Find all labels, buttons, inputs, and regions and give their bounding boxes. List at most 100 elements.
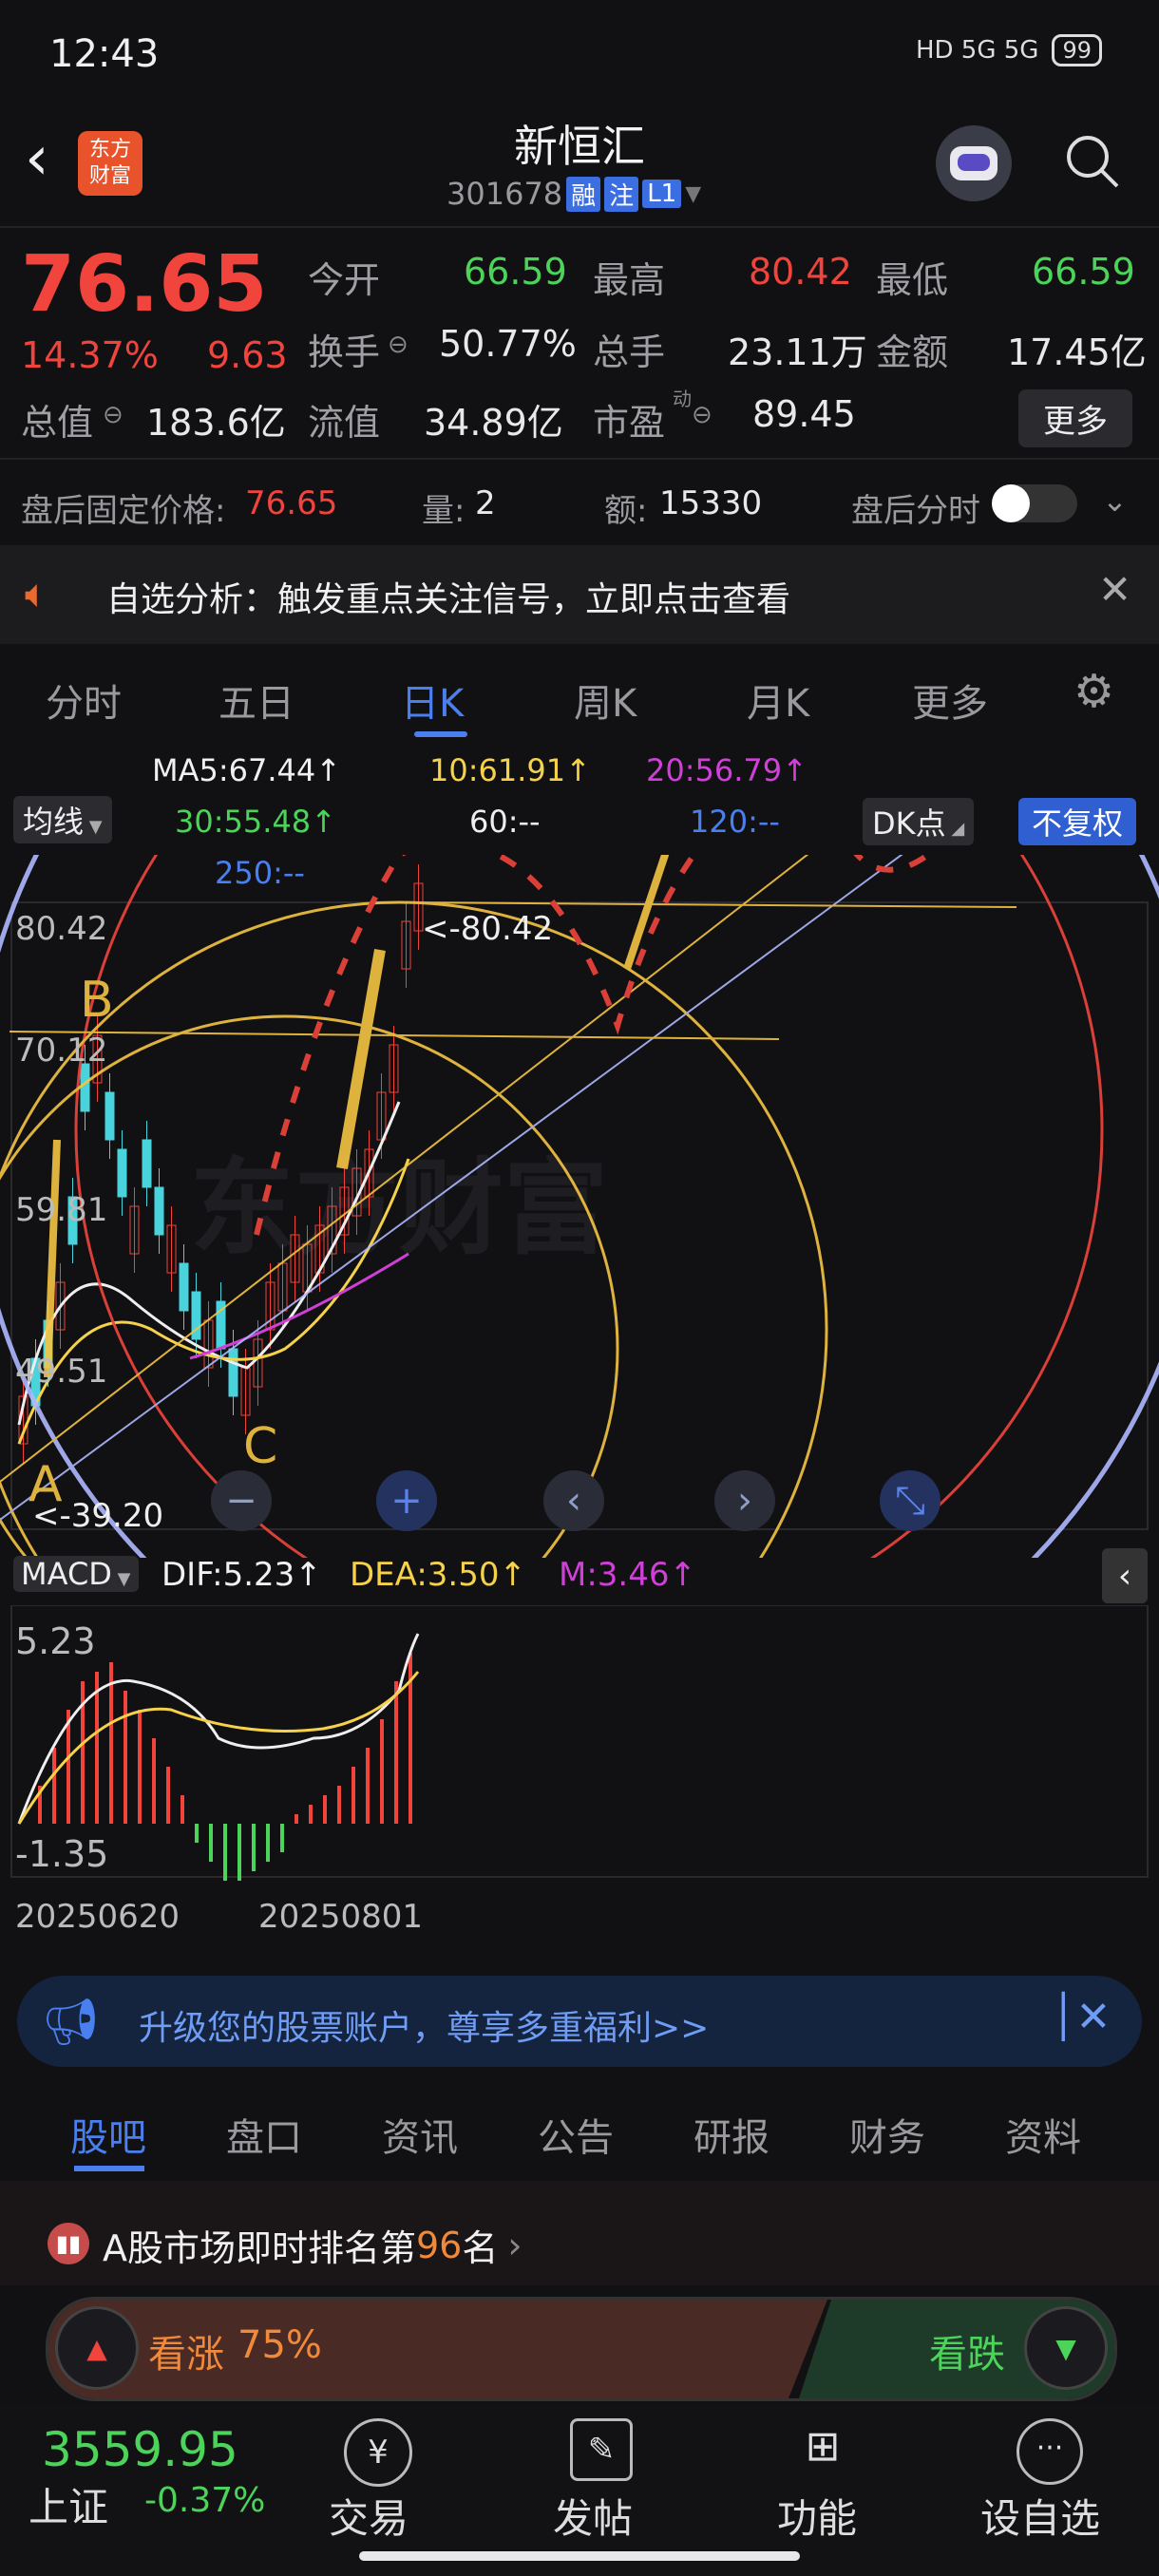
scroll-right-button[interactable]: › <box>714 1470 775 1531</box>
macd-bar <box>195 1824 199 1843</box>
tab-timeshare[interactable]: 分时 <box>46 672 122 728</box>
macd-bar <box>124 1691 127 1824</box>
macd-bar <box>366 1748 370 1824</box>
candlestick-chart[interactable]: 东方财富 B C D D' A <box>0 855 1159 1558</box>
macd-bar <box>337 1786 341 1824</box>
tab-profile[interactable]: 资料 <box>1005 2107 1081 2162</box>
index-value[interactable]: 3559.95 <box>42 2422 238 2477</box>
macd-dif: DIF:5.23↑ <box>162 1556 322 1594</box>
settings-gear-icon[interactable]: ⚙ <box>1074 665 1114 718</box>
macd-bar <box>394 1681 398 1824</box>
pe-sup: 动 <box>673 388 692 410</box>
close-icon[interactable]: │✕ <box>1051 1993 1111 2041</box>
home-indicator <box>359 2551 800 2561</box>
speaker-icon: 🔈︎ <box>25 570 49 616</box>
annotation-arrow <box>44 1139 61 1378</box>
nav-add-watchlist[interactable]: 设自选 <box>980 2487 1100 2545</box>
amount-label: 金额 <box>876 331 949 373</box>
ma-select-label: 均线 <box>23 804 85 840</box>
tab-news[interactable]: 资讯 <box>382 2107 458 2162</box>
tab-weekly-k[interactable]: 周K <box>574 672 636 728</box>
date-axis-1: 20250620 <box>15 1898 180 1936</box>
macd-bar <box>352 1767 355 1824</box>
float-value: 34.89亿 <box>424 402 563 444</box>
ma-select[interactable]: 均线 ▼ <box>13 796 112 843</box>
tab-finance[interactable]: 财务 <box>849 2107 925 2162</box>
robot-assistant-icon[interactable] <box>936 125 1012 201</box>
change-amount: 9.63 <box>207 334 288 376</box>
tab-announcements[interactable]: 公告 <box>538 2107 614 2162</box>
triangle-down-icon: ▼ <box>111 1569 131 1589</box>
fullscreen-icon[interactable]: ⤡ <box>880 1470 940 1531</box>
timeshare-toggle[interactable] <box>992 484 1077 522</box>
macd-bar <box>238 1824 241 1881</box>
close-icon[interactable]: ✕ <box>1098 566 1131 613</box>
triangle-down-icon: ▼ <box>84 817 103 837</box>
mcap-label: 总值 <box>21 402 94 444</box>
amount-value: 17.45亿 <box>1007 331 1147 373</box>
scroll-left-button[interactable]: ‹ <box>543 1470 604 1531</box>
ranking-suffix: 名 <box>462 2227 499 2269</box>
info-icon[interactable]: ⊖ <box>692 401 712 429</box>
macd-chart <box>10 1605 1149 1881</box>
tab-more[interactable]: 更多 <box>912 672 988 728</box>
macd-bar <box>266 1824 270 1862</box>
dk-select[interactable]: DK点 ◢ <box>863 798 975 845</box>
float-label: 流值 <box>308 402 381 444</box>
chevron-right-icon: › <box>507 2224 522 2266</box>
macd-bar <box>223 1824 227 1881</box>
info-icon[interactable]: ⊖ <box>388 331 408 359</box>
after-hours-price-label: 盘后固定价格: <box>21 492 226 530</box>
status-bar: 12:43 HD 5G 5G 99 <box>0 0 1159 114</box>
tab-guba[interactable]: 股吧 <box>70 2107 146 2162</box>
bullish-percent: 75% <box>238 2323 322 2367</box>
macd-bar <box>52 1748 56 1824</box>
tab-five-day[interactable]: 五日 <box>218 672 294 728</box>
collapse-panel-button[interactable]: ‹ <box>1102 1548 1148 1603</box>
ma5-label: MA5:67.44↑ <box>152 752 342 788</box>
zoom-out-button[interactable]: − <box>211 1470 272 1531</box>
tab-pankou[interactable]: 盘口 <box>226 2107 302 2162</box>
axis-price-1: 80.42 <box>15 910 108 948</box>
adjust-button[interactable]: 不复权 <box>1018 798 1137 845</box>
zoom-in-button[interactable]: + <box>376 1470 437 1531</box>
info-icon[interactable]: ⊖ <box>103 401 124 429</box>
date-axis-2: 20250801 <box>258 1898 424 1936</box>
tab-daily-k[interactable]: 日K <box>401 672 464 728</box>
tab-monthly-k[interactable]: 月K <box>747 672 809 728</box>
yen-icon: ¥ <box>344 2418 412 2487</box>
tab-research[interactable]: 研报 <box>694 2107 770 2162</box>
current-price: 76.65 <box>21 239 268 330</box>
macd-bar <box>95 1672 99 1824</box>
ma60-label: 60:-- <box>469 804 541 840</box>
macd-bar <box>152 1738 156 1824</box>
macd-axis-bottom: -1.35 <box>15 1833 109 1875</box>
turnover-label: 换手 <box>308 331 381 373</box>
chart-bar-icon: ▮▮ <box>48 2223 89 2264</box>
vote-up-button[interactable]: ▲ <box>55 2306 139 2390</box>
chevron-down-icon: ▼ <box>685 181 702 206</box>
stock-code: 301678 <box>446 176 563 212</box>
annotation-arrow <box>623 855 670 971</box>
macd-axis-top: 5.23 <box>15 1620 96 1662</box>
macd-bar <box>380 1719 384 1824</box>
vote-down-button[interactable]: ▼ <box>1024 2306 1108 2390</box>
status-icons: HD 5G 5G 99 <box>916 34 1102 66</box>
high-marker: <-80.42 <box>422 910 554 948</box>
macd-bar <box>66 1710 70 1824</box>
nav-trade[interactable]: 交易 <box>329 2487 408 2545</box>
search-icon[interactable] <box>1064 133 1119 188</box>
open-label: 今开 <box>308 259 381 301</box>
macd-select[interactable]: MACD ▼ <box>13 1556 139 1592</box>
more-button[interactable]: 更多 <box>1018 389 1132 447</box>
chevron-down-icon[interactable]: ⌄ <box>1102 483 1128 519</box>
macd-dea-line <box>17 1671 420 1825</box>
low-value: 66.59 <box>1032 251 1135 293</box>
macd-bar <box>309 1805 313 1824</box>
stock-code-row[interactable]: 301678 融 注 L1 ▼ <box>446 176 701 212</box>
macd-bar <box>280 1824 284 1852</box>
macd-bar <box>166 1767 170 1824</box>
mcap-value: 183.6亿 <box>146 402 286 444</box>
nav-functions[interactable]: 功能 <box>777 2487 857 2545</box>
nav-post[interactable]: 发帖 <box>553 2487 633 2545</box>
